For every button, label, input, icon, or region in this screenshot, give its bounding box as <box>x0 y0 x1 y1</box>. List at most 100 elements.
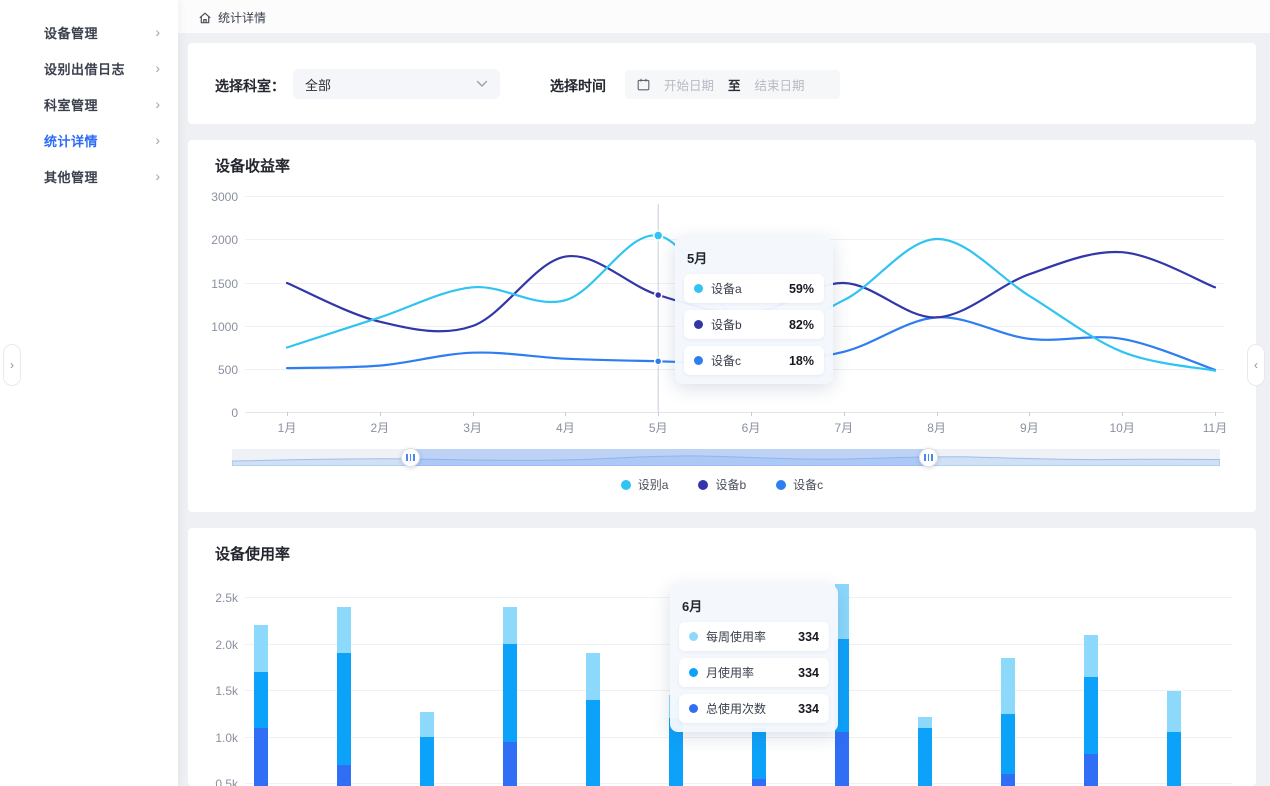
tooltip-row: 设备a 59% <box>684 274 824 303</box>
x-axis-tick <box>1122 412 1123 416</box>
chevron-right-icon: › <box>155 60 160 76</box>
sidebar-item-label: 设别出借日志 <box>44 59 155 78</box>
x-axis-tick <box>937 412 938 416</box>
series-dot-icon <box>689 704 698 713</box>
x-axis-tick <box>380 412 381 416</box>
tooltip-row: 总使用次数 334 <box>679 694 829 723</box>
date-range-separator: 至 <box>728 75 741 94</box>
legend-label: 设备b <box>715 476 746 493</box>
breadcrumb[interactable]: 统计详情 <box>198 9 266 26</box>
tooltip-series-value: 82% <box>789 318 814 332</box>
bar-segment-1月 <box>254 625 268 672</box>
usage-chart-title: 设备使用率 <box>215 543 290 564</box>
bar-segment-2月 <box>337 607 351 654</box>
gridline <box>245 412 1224 413</box>
sidebar-item-label: 科室管理 <box>44 95 155 114</box>
series-dot-icon <box>694 284 703 293</box>
sidebar-expand-button[interactable]: › <box>3 344 21 386</box>
x-axis-tick <box>751 412 752 416</box>
sidebar-item-5[interactable]: 其他管理› <box>0 158 178 194</box>
series-dot-icon <box>694 320 703 329</box>
series-dot-icon <box>689 632 698 641</box>
legend-item-2[interactable]: 设备b <box>698 476 746 493</box>
datazoom-selected-range[interactable] <box>410 449 928 466</box>
x-axis-label: 2月 <box>370 419 389 436</box>
sidebar-item-2[interactable]: 设别出借日志› <box>0 50 178 86</box>
y-axis-label: 3000 <box>196 190 238 204</box>
chevron-left-icon: ‹ <box>1254 358 1258 372</box>
legend-item-3[interactable]: 设备c <box>776 476 823 493</box>
y-axis-label: 1.0k <box>196 731 238 745</box>
x-axis-tick <box>473 412 474 416</box>
x-axis-label: 8月 <box>927 419 946 436</box>
department-select[interactable]: 全部 <box>293 69 500 99</box>
date-range-picker[interactable]: 开始日期 至 结束日期 <box>625 70 840 99</box>
bar-segment-9月 <box>918 717 932 728</box>
sidebar-item-3[interactable]: 科室管理› <box>0 86 178 122</box>
legend-label: 设备c <box>793 476 823 493</box>
tooltip-series-value: 334 <box>798 702 819 716</box>
chevron-right-icon: › <box>155 132 160 148</box>
bar-segment-10月 <box>1001 714 1015 774</box>
bar-segment-3月 <box>420 712 434 737</box>
tooltip-series-name: 每周使用率 <box>706 628 790 645</box>
y-axis-label: 500 <box>196 363 238 377</box>
bar-segment-2月 <box>337 765 351 786</box>
x-axis-tick <box>658 412 659 416</box>
tooltip-series-name: 设备c <box>711 352 781 369</box>
sidebar: 设备管理›设别出借日志›科室管理›统计详情›其他管理› <box>0 0 178 786</box>
x-axis-tick <box>565 412 566 416</box>
x-axis-label: 6月 <box>742 419 761 436</box>
y-axis-label: 0 <box>196 406 238 420</box>
x-axis-tick <box>1029 412 1030 416</box>
datazoom-left-handle[interactable] <box>401 448 420 467</box>
panel-collapse-button[interactable]: ‹ <box>1247 344 1265 386</box>
bar-segment-7月 <box>752 779 766 786</box>
y-axis-label: 2.0k <box>196 638 238 652</box>
bar-segment-11月 <box>1084 754 1098 786</box>
tooltip-row: 月使用率334 <box>679 658 829 687</box>
y-axis-label: 1500 <box>196 277 238 291</box>
datazoom-slider[interactable] <box>232 449 1220 466</box>
bar-segment-7月 <box>752 728 766 779</box>
series-dot-icon <box>689 668 698 677</box>
start-date-input[interactable]: 开始日期 <box>664 75 714 94</box>
tooltip-series-name: 设备a <box>711 280 781 297</box>
bar-segment-8月 <box>835 732 849 786</box>
sidebar-item-label: 设备管理 <box>44 23 155 42</box>
bar-segment-1月 <box>254 672 268 728</box>
bar-segment-3月 <box>420 737 434 786</box>
bar-segment-11月 <box>1084 635 1098 677</box>
breadcrumb-bar: 统计详情 <box>178 0 1270 33</box>
legend-item-1[interactable]: 设别a <box>621 476 669 493</box>
tooltip-series-value: 59% <box>789 282 814 296</box>
bar-segment-4月 <box>503 607 517 644</box>
tooltip-series-name: 总使用次数 <box>706 700 790 717</box>
x-axis-label: 3月 <box>463 419 482 436</box>
tooltip-row: 设备b82% <box>684 310 824 339</box>
x-axis-label: 1月 <box>278 419 297 436</box>
bar-segment-5月 <box>586 653 600 700</box>
x-axis-label: 11月 <box>1203 419 1227 436</box>
chevron-right-icon: › <box>155 24 160 40</box>
legend-label: 设别a <box>638 476 669 493</box>
x-axis-label: 7月 <box>834 419 853 436</box>
y-axis-label: 2000 <box>196 233 238 247</box>
series-dot-icon <box>694 356 703 365</box>
legend-dot-icon <box>621 480 631 490</box>
bar-segment-12月 <box>1167 691 1181 733</box>
filter-card: 选择科室： 全部 选择时间 开始日期 至 结束日期 <box>188 43 1256 124</box>
x-axis-label: 10月 <box>1110 419 1135 436</box>
sidebar-item-label: 其他管理 <box>44 167 155 186</box>
chevron-right-icon: › <box>155 96 160 112</box>
end-date-input[interactable]: 结束日期 <box>755 75 805 94</box>
gridline <box>245 196 1224 197</box>
time-filter-label: 选择时间 <box>550 76 606 96</box>
department-filter-label: 选择科室： <box>215 76 285 96</box>
bar-segment-4月 <box>503 742 517 786</box>
chevron-right-icon: › <box>10 358 14 372</box>
sidebar-item-4[interactable]: 统计详情› <box>0 122 178 158</box>
datazoom-right-handle[interactable] <box>919 448 938 467</box>
sidebar-item-1[interactable]: 设备管理› <box>0 14 178 50</box>
bar-segment-5月 <box>586 700 600 786</box>
